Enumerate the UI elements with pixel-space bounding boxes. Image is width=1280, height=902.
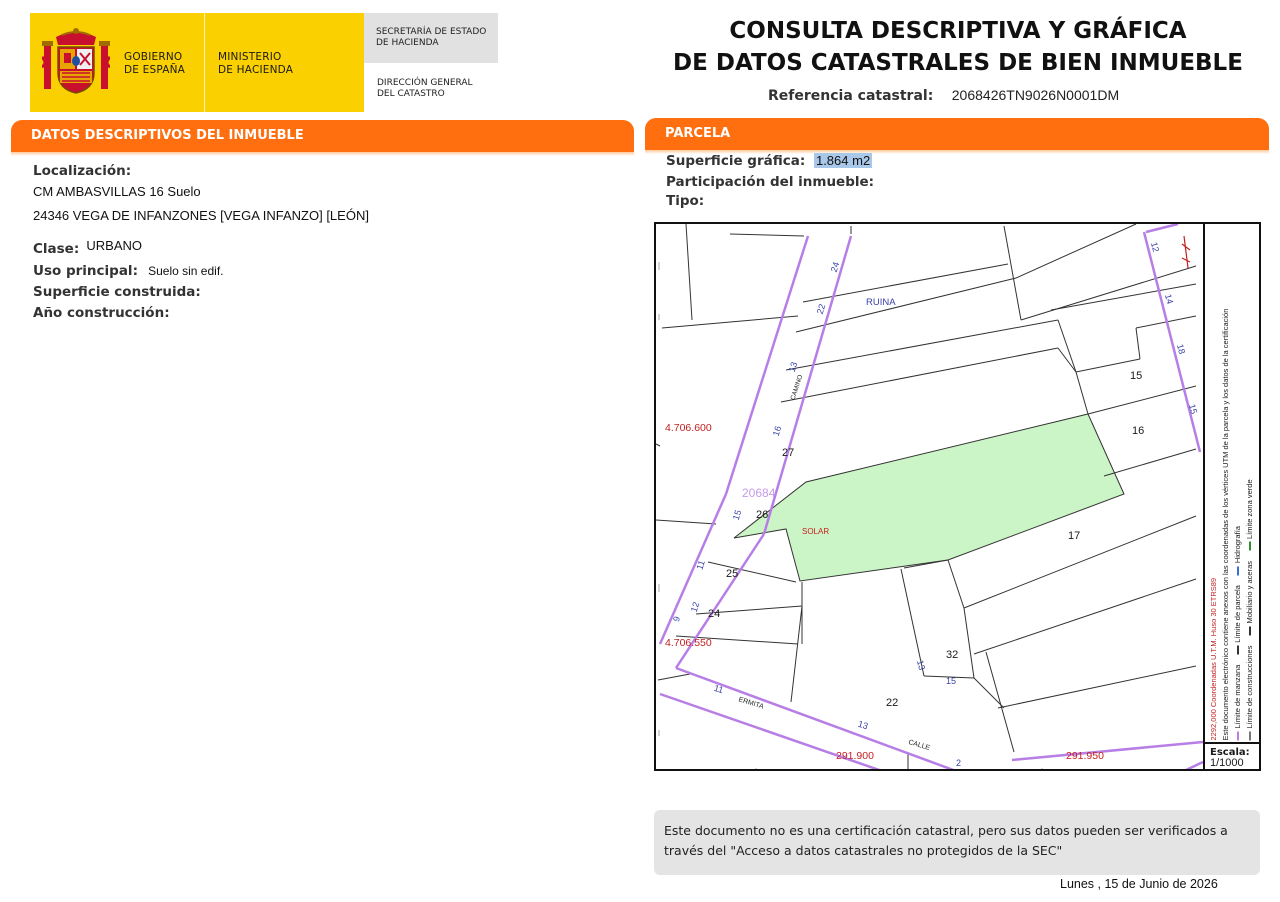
lot-number-26: 26 bbox=[756, 509, 769, 521]
coord-y-bottom: 4.706.550 bbox=[665, 637, 712, 649]
tipo-label: Tipo: bbox=[666, 193, 705, 209]
lot-number-24: 24 bbox=[708, 608, 721, 620]
verification-notice: Este documento no es una certificación c… bbox=[654, 810, 1260, 875]
section-header-parcel: PARCELA bbox=[645, 118, 1269, 154]
uso-label: Uso principal: bbox=[33, 263, 138, 279]
logo-direccion-line1: DIRECCIÓN GENERAL bbox=[377, 78, 473, 88]
street-number: 15 bbox=[946, 676, 957, 686]
legend-items-row: Límite de construcciones Mobiliario y ac… bbox=[1244, 226, 1256, 741]
superficie-construida-row: Superficie construida: bbox=[33, 284, 201, 300]
section-header-descriptive-label: DATOS DESCRIPTIVOS DEL INMUEBLE bbox=[31, 128, 304, 143]
participacion-row: Participación del inmueble: bbox=[666, 174, 874, 190]
legend-swatch bbox=[1249, 542, 1251, 551]
lot-number-15: 15 bbox=[1130, 370, 1143, 382]
solar-label: SOLAR bbox=[802, 527, 830, 536]
clase-row: Clase: URBANO bbox=[33, 238, 143, 257]
logo-secretaria-box: SECRETARÍA DE ESTADO DE HACIENDA bbox=[364, 13, 498, 63]
coord-y-top: 4.706.600 bbox=[665, 422, 712, 434]
legend-item-label: Hidrografía bbox=[1233, 526, 1242, 564]
superficie-grafica-value[interactable]: 1.864 m2 bbox=[813, 153, 873, 168]
address-line2: 24346 VEGA DE INFANZONES [VEGA INFANZO] … bbox=[33, 208, 369, 223]
superficie-construida-label: Superficie construida: bbox=[33, 284, 201, 300]
legend-swatch bbox=[1249, 626, 1251, 636]
north-arrow-icon bbox=[1181, 235, 1191, 269]
logo-secretaria-text: SECRETARÍA DE ESTADO DE HACIENDA bbox=[376, 27, 486, 49]
legend-item-hidrografia: Hidrografía bbox=[1232, 526, 1244, 576]
localizacion-block: Localización: CM AMBASVILLAS 16 Suelo 24… bbox=[33, 163, 369, 223]
legend-electronic-note: Este documento electrónico contiene anex… bbox=[1221, 308, 1230, 741]
logo-separator bbox=[204, 13, 205, 112]
section-header-parcel-label: PARCELA bbox=[665, 126, 731, 141]
legend-item-label: Límite zona verde bbox=[1245, 479, 1254, 539]
legend-item-mobiliario: Mobiliario y aceras bbox=[1244, 561, 1256, 636]
map-scale-value: 1/1000 bbox=[1210, 757, 1244, 769]
coord-x-right: 291.950 bbox=[1066, 750, 1104, 762]
map-legend-text: 2292,000 Coordenadas U.T.M. Huso 30 ETRS… bbox=[1208, 226, 1256, 741]
cadastral-map[interactable]: 4.706.600 4.706.550 291.900 291.950 2068… bbox=[654, 222, 1261, 771]
legend-coordinates-note: 2292,000 Coordenadas U.T.M. Huso 30 ETRS… bbox=[1209, 577, 1218, 741]
clase-value: URBANO bbox=[86, 238, 143, 253]
cadastral-reference: Referencia catastral: 2068426TN9026N0001… bbox=[768, 87, 1119, 104]
lot-number-25: 25 bbox=[726, 568, 739, 580]
legend-swatch bbox=[1237, 566, 1239, 576]
legend-item-label: Límite de construcciones bbox=[1245, 645, 1254, 729]
logo-direccion-line2: DEL CATASTRO bbox=[377, 89, 445, 99]
map-scale: Escala: 1/1000 bbox=[1203, 742, 1259, 769]
legend-item-label: Límite de manzana bbox=[1233, 664, 1242, 729]
logo-gobierno-line2: DE ESPAÑA bbox=[124, 64, 186, 76]
logo-secretaria-line2: DE HACIENDA bbox=[376, 38, 439, 48]
verification-notice-text: Este documento no es una certificación c… bbox=[664, 823, 1228, 858]
document-title-line2: DE DATOS CATASTRALES DE BIEN INMUEBLE bbox=[673, 50, 1243, 76]
legend-swatch bbox=[1237, 731, 1239, 741]
uso-row: Uso principal: Suelo sin edif. bbox=[33, 263, 224, 279]
legend-item-zona-verde: Límite zona verde bbox=[1244, 479, 1256, 551]
cadastral-map-drawing bbox=[656, 224, 1203, 769]
tipo-row: Tipo: bbox=[666, 193, 704, 209]
logo-ministerio-line2: DE HACIENDA bbox=[218, 64, 294, 76]
lot-number-32: 32 bbox=[946, 649, 959, 661]
document-title-line1: CONSULTA DESCRIPTIVA Y GRÁFICA bbox=[729, 18, 1187, 44]
coat-of-arms-icon bbox=[42, 28, 110, 94]
legend-item-label: Límite de parcela bbox=[1233, 585, 1242, 643]
superficie-grafica-row: Superficie gráfica: 1.864 m2 bbox=[666, 153, 873, 169]
legend-item-manzana: Límite de manzana bbox=[1232, 665, 1244, 741]
uso-value: Suelo sin edif. bbox=[148, 264, 224, 278]
lot-number-22: 22 bbox=[886, 697, 899, 709]
legend-swatch bbox=[1237, 645, 1239, 655]
logo-ministerio-line1: MINISTERIO bbox=[218, 51, 282, 63]
address-line1: CM AMBASVILLAS 16 Suelo bbox=[33, 184, 201, 199]
street-number: 2 bbox=[956, 758, 962, 768]
document-title: CONSULTA DESCRIPTIVA Y GRÁFICA DE DATOS … bbox=[648, 15, 1268, 79]
legend-swatch bbox=[1249, 731, 1251, 741]
lot-number-16: 16 bbox=[1132, 425, 1145, 437]
legend-item-label: Mobiliario y aceras bbox=[1245, 561, 1254, 624]
legend-items-row: Límite de manzana Límite de parcela Hidr… bbox=[1232, 226, 1244, 741]
legend-item-construcciones: Límite de construcciones bbox=[1244, 646, 1256, 741]
logo-secretaria-line1: SECRETARÍA DE ESTADO bbox=[376, 27, 487, 37]
lot-number-27: 27 bbox=[782, 447, 795, 459]
ruina-label: RUINA bbox=[866, 297, 896, 308]
coord-x-left: 291.900 bbox=[836, 750, 874, 762]
lot-number-17: 17 bbox=[1068, 530, 1081, 542]
anio-construccion-label: Año construcción: bbox=[33, 305, 170, 321]
localizacion-label: Localización: bbox=[33, 163, 132, 179]
logo-direccion-text: DIRECCIÓN GENERAL DEL CATASTRO bbox=[377, 78, 473, 100]
logo-gobierno-espana: GOBIERNO DE ESPAÑA MINISTERIO DE HACIEND… bbox=[30, 13, 364, 112]
cadastral-reference-value: 2068426TN9026N0001DM bbox=[951, 87, 1120, 103]
logo-ministerio-text: MINISTERIO DE HACIENDA bbox=[218, 51, 293, 77]
document-date: Lunes , 15 de Junio de 2026 bbox=[1060, 877, 1218, 891]
map-legend: 2292,000 Coordenadas U.T.M. Huso 30 ETRS… bbox=[1203, 224, 1259, 742]
participacion-label: Participación del inmueble: bbox=[666, 174, 875, 190]
superficie-grafica-label: Superficie gráfica: bbox=[666, 153, 806, 169]
logo-gobierno-text: GOBIERNO DE ESPAÑA bbox=[124, 51, 185, 77]
anio-construccion-row: Año construcción: bbox=[33, 305, 170, 321]
logo-gobierno-line1: GOBIERNO bbox=[124, 51, 183, 63]
clase-label: Clase: bbox=[33, 241, 80, 257]
parcel-reference-label: 20684 bbox=[742, 486, 776, 500]
legend-item-parcela: Límite de parcela bbox=[1232, 585, 1244, 655]
section-header-descriptive: DATOS DESCRIPTIVOS DEL INMUEBLE bbox=[11, 120, 634, 156]
cadastral-reference-label: Referencia catastral: bbox=[768, 88, 934, 104]
